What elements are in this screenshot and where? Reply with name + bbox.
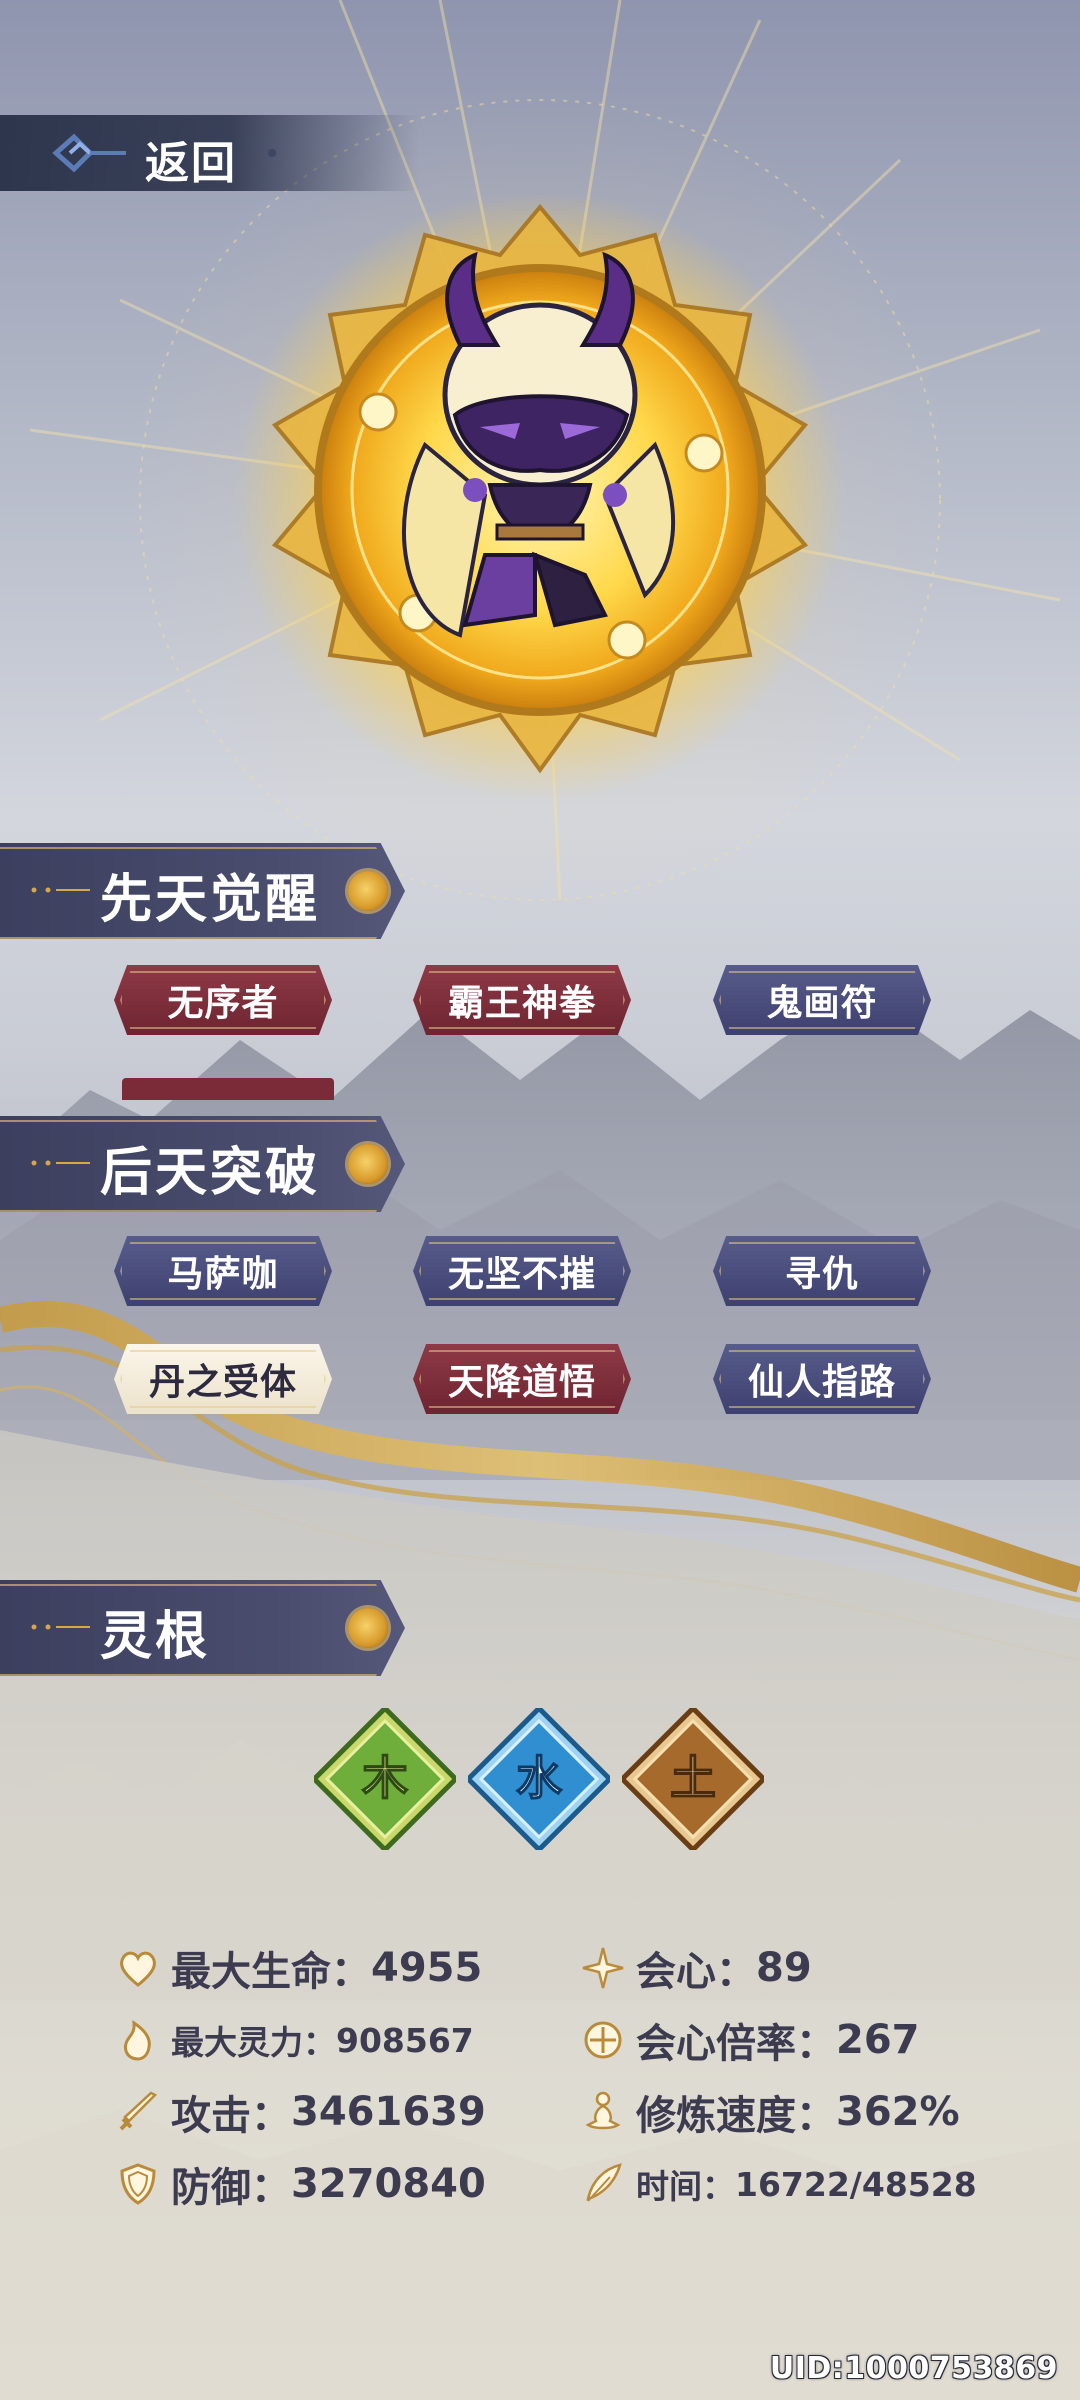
tag-label: 鬼画符 [766, 983, 878, 1024]
decorative-dots-icon [31, 887, 90, 893]
crit-rate-icon [584, 2021, 622, 2059]
back-button[interactable]: 返回 [0, 115, 420, 191]
acquired-tag-4[interactable]: 丹之受体 [108, 1340, 338, 1418]
back-arrow-icon [52, 133, 126, 173]
acquired-tag-2[interactable]: 无坚不摧 [407, 1232, 637, 1310]
innate-tag-3[interactable]: 鬼画符 [707, 961, 937, 1039]
decorative-dots-icon [31, 1160, 90, 1166]
acquired-tag-3[interactable]: 寻仇 [707, 1232, 937, 1310]
meditation-icon [585, 2091, 621, 2130]
section-title: 后天突破 [100, 1143, 321, 1203]
back-label: 返回 [145, 138, 237, 189]
gem-icon [348, 1608, 388, 1648]
stat-max-hp: 最大生命： 4955 [115, 1938, 482, 1998]
stat-crit: 会心： 89 [580, 1938, 812, 1998]
stat-time: 时间： 16722/48528 [580, 2154, 977, 2214]
tag-label: 丹之受体 [148, 1362, 297, 1403]
heart-icon [120, 1951, 156, 1987]
acquired-tag-5[interactable]: 天降道悟 [407, 1340, 637, 1418]
wood-element-icon[interactable]: 木 [314, 1708, 456, 1850]
tag-label: 马萨咖 [167, 1254, 279, 1295]
partial-tag-edge [122, 1078, 334, 1100]
acquired-breakthrough-header: 后天突破 [0, 1116, 420, 1212]
decorative-dot [268, 149, 276, 157]
section-title: 先天觉醒 [100, 870, 321, 930]
stat-attack: 攻击： 3461639 [115, 2082, 486, 2142]
tag-label: 无坚不摧 [447, 1254, 596, 1295]
water-element-icon[interactable]: 水 [468, 1708, 610, 1850]
stat-defense: 防御： 3270840 [115, 2154, 486, 2214]
sword-icon [119, 2091, 158, 2131]
water-glyph: 水 [516, 1751, 563, 1805]
decorative-dots-icon [31, 1624, 90, 1630]
stat-cultivation-speed: 修炼速度： 362% [580, 2082, 960, 2142]
tag-label: 仙人指路 [747, 1362, 896, 1403]
tag-label: 寻仇 [784, 1254, 859, 1295]
acquired-tag-6[interactable]: 仙人指路 [707, 1340, 937, 1418]
gem-icon [348, 871, 388, 911]
tag-label: 天降道悟 [447, 1362, 596, 1403]
innate-tag-2[interactable]: 霸王神拳 [407, 961, 637, 1039]
flame-icon [123, 2019, 151, 2061]
innate-awakening-header: 先天觉醒 [0, 843, 420, 939]
stat-max-spirit: 最大灵力： 908567 [115, 2010, 474, 2070]
acquired-tag-1[interactable]: 马萨咖 [108, 1232, 338, 1310]
tag-label: 霸王神拳 [447, 983, 596, 1024]
feather-icon [586, 2163, 622, 2202]
stat-crit-rate: 会心倍率： 267 [580, 2010, 920, 2070]
earth-glyph: 土 [670, 1751, 716, 1805]
innate-tag-1[interactable]: 无序者 [108, 961, 338, 1039]
shield-icon [120, 2163, 156, 2205]
spirit-root-header: 灵根 [0, 1580, 420, 1676]
section-title: 灵根 [100, 1607, 211, 1667]
spark-icon [582, 1947, 624, 1989]
tag-label: 无序者 [167, 983, 279, 1024]
earth-element-icon[interactable]: 土 [622, 1708, 764, 1850]
wood-glyph: 木 [362, 1751, 408, 1805]
character-avatar [235, 195, 845, 800]
gem-icon [348, 1144, 388, 1184]
user-id: UID:1000753869 [769, 2351, 1058, 2386]
